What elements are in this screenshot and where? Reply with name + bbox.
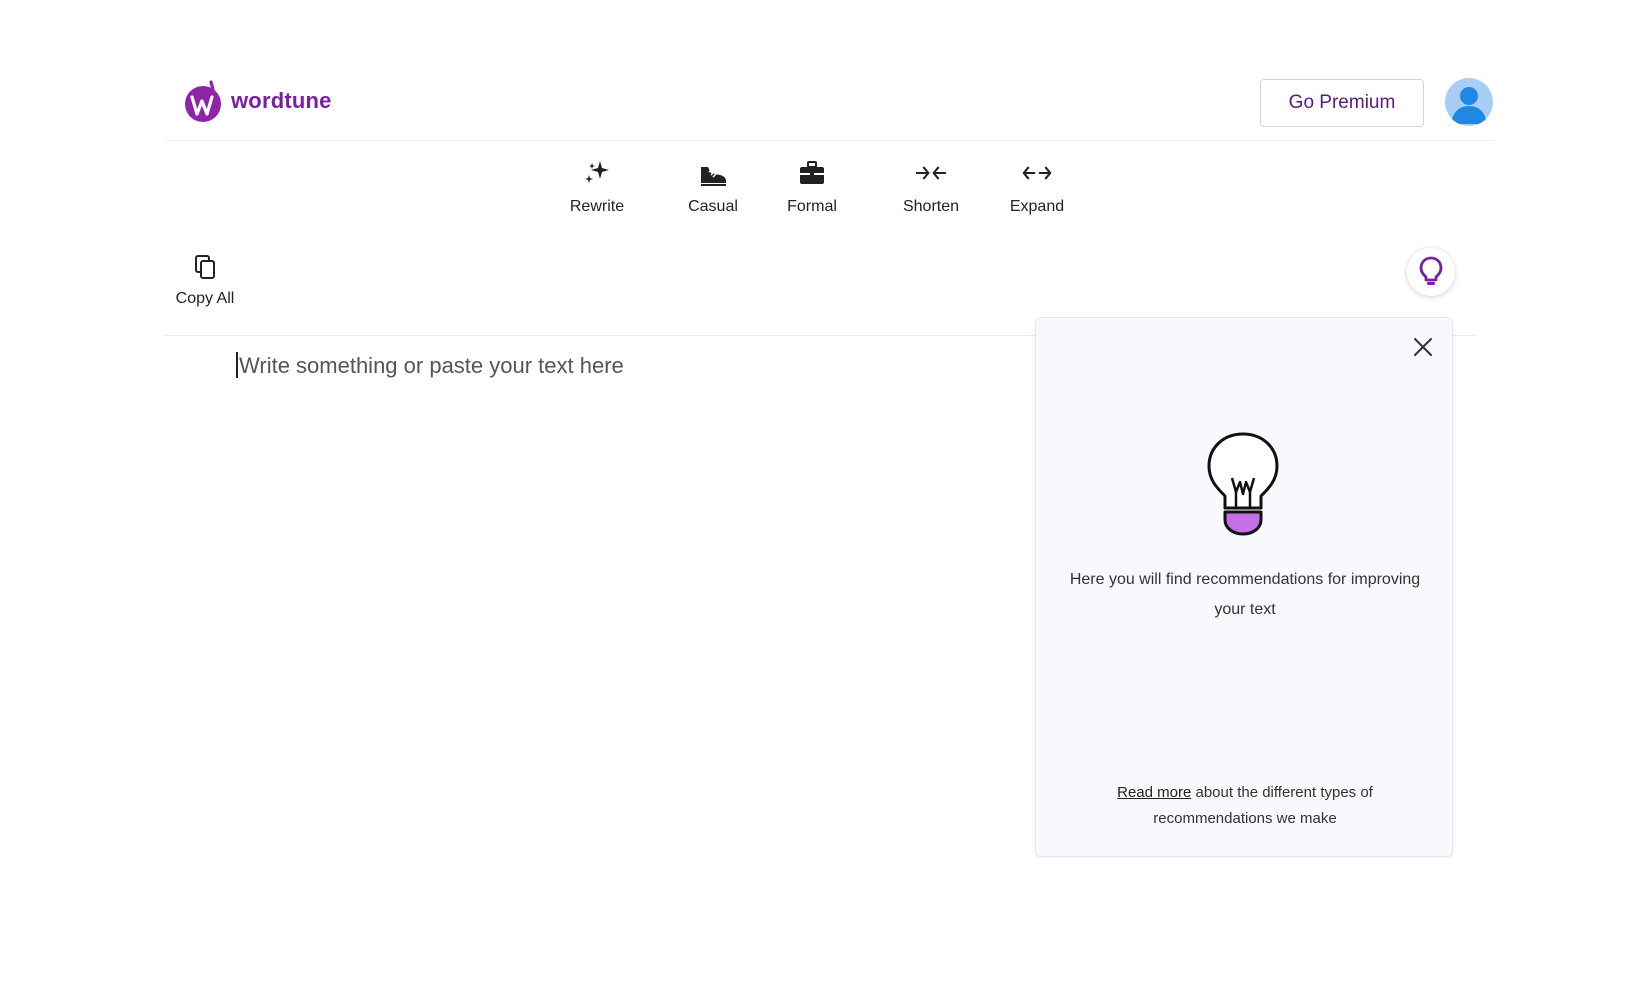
user-avatar[interactable] xyxy=(1445,78,1493,126)
text-editor[interactable]: Write something or paste your text here xyxy=(236,352,996,852)
rewrite-toolbar: Rewrite Casual Formal Shorten Expand xyxy=(0,158,1647,228)
recommendations-footer: Read more about the different types of r… xyxy=(1066,780,1424,832)
editor-placeholder: Write something or paste your text here xyxy=(239,353,624,378)
tool-rewrite[interactable]: Rewrite xyxy=(552,158,642,216)
text-caret xyxy=(236,352,238,378)
tool-expand[interactable]: Expand xyxy=(992,158,1082,216)
user-icon xyxy=(1451,87,1487,124)
tool-shorten[interactable]: Shorten xyxy=(886,158,976,216)
tool-label: Expand xyxy=(1009,198,1065,215)
tool-casual[interactable]: Casual xyxy=(668,158,758,216)
tool-label: Casual xyxy=(688,198,738,215)
copy-all-label: Copy All xyxy=(175,290,235,307)
wordtune-logo-icon xyxy=(185,80,221,122)
go-premium-button[interactable]: Go Premium xyxy=(1260,79,1424,127)
copy-all-button[interactable]: Copy All xyxy=(170,254,240,308)
tool-formal[interactable]: Formal xyxy=(767,158,857,216)
tool-label: Shorten xyxy=(902,198,960,215)
tool-label: Formal xyxy=(787,198,837,215)
recommendations-panel: Here you will find recommendations for i… xyxy=(1035,317,1453,857)
sneaker-icon xyxy=(698,158,728,188)
arrows-inward-icon xyxy=(916,158,946,188)
lightbulb-icon xyxy=(1419,256,1443,285)
arrows-outward-icon xyxy=(1022,158,1052,188)
recommendations-message: Here you will find recommendations for i… xyxy=(1069,571,1421,618)
close-panel-button[interactable] xyxy=(1408,332,1438,362)
wordtune-logo[interactable]: wordtune xyxy=(183,78,332,124)
close-icon xyxy=(1414,338,1432,356)
copy-icon xyxy=(195,255,215,279)
lightbulb-illustration-icon xyxy=(1207,432,1279,536)
top-header: wordtune Go Premium xyxy=(165,70,1495,141)
read-more-link[interactable]: Read more xyxy=(1117,784,1191,801)
logo-text: wordtune xyxy=(231,88,332,113)
sparkles-icon xyxy=(582,158,612,188)
recommendations-toggle-button[interactable] xyxy=(1407,248,1455,296)
briefcase-icon xyxy=(797,158,827,188)
tool-label: Rewrite xyxy=(569,198,625,215)
app-root: wordtune Go Premium Rewrite Casual Forma… xyxy=(0,0,1647,994)
